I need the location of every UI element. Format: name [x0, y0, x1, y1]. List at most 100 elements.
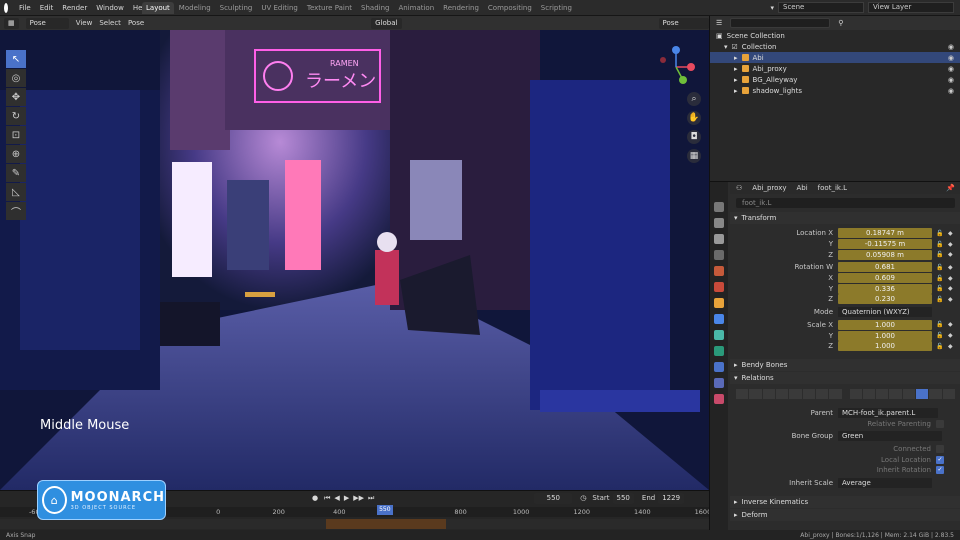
current-frame-field[interactable]: 550	[534, 492, 573, 504]
cursor-tool[interactable]: ◎	[6, 69, 26, 87]
keyframe-icon[interactable]: ◆	[948, 241, 953, 248]
pin-icon[interactable]: 📌	[946, 184, 960, 192]
navigation-gizmo[interactable]	[655, 46, 697, 88]
location-value-field[interactable]: 0.05908 m	[838, 249, 932, 260]
location-value-field[interactable]: 0.18747 m	[838, 228, 932, 239]
deform-panel-header[interactable]: ▸ Deform	[730, 509, 960, 522]
parent-field[interactable]: MCH-foot_ik.parent.L	[838, 407, 938, 418]
keyframe-icon[interactable]: ◆	[948, 296, 953, 303]
jump-end-icon[interactable]: ⏭	[368, 494, 374, 503]
transform-tool[interactable]: ⊕	[6, 145, 26, 163]
outliner-item[interactable]: ▸ shadow_lights ◉	[710, 85, 960, 96]
relax-tool[interactable]: ⌒	[6, 202, 26, 220]
move-tool[interactable]: ✥	[6, 88, 26, 106]
keyframe-icon[interactable]: ◆	[948, 251, 953, 258]
eye-icon[interactable]: ◉	[948, 87, 954, 95]
tab-sculpting[interactable]: Sculpting	[216, 2, 257, 14]
expand-icon[interactable]: ▾	[724, 43, 728, 51]
playhead[interactable]: 550	[376, 505, 393, 515]
lock-icon[interactable]: 🔓	[936, 343, 943, 350]
rotation-value-field[interactable]: 0.336	[838, 283, 932, 294]
annotate-tool[interactable]: ✎	[6, 164, 26, 182]
tab-layout[interactable]: Layout	[142, 1, 174, 14]
lock-icon[interactable]: 🔓	[936, 321, 943, 328]
menu-view[interactable]: View	[76, 19, 93, 27]
render-tab-icon[interactable]	[714, 218, 724, 228]
bone-tab-icon[interactable]	[714, 362, 724, 372]
menu-select[interactable]: Select	[99, 19, 121, 27]
lock-icon[interactable]: 🔓	[936, 285, 943, 292]
bone-group-field[interactable]: Green	[838, 431, 942, 442]
tab-modeling[interactable]: Modeling	[175, 2, 215, 14]
collection-row[interactable]: ▾ ☑ Collection ◉	[710, 41, 960, 52]
3d-viewport[interactable]: ラーメン RAMEN ↖ ◎ ✥ ↻ ⊡ ⊕ ✎ ◺ ⌒ ⌕ ✋ ◘ ▦ Mid…	[0, 30, 709, 490]
connected-checkbox[interactable]	[936, 444, 944, 453]
output-tab-icon[interactable]	[714, 234, 724, 244]
lock-icon[interactable]: 🔓	[936, 251, 943, 258]
tab-uv-editing[interactable]: UV Editing	[257, 2, 302, 14]
inverse-kinematics-panel-header[interactable]: ▸ Inverse Kinematics	[730, 496, 960, 509]
keyframe-icon[interactable]: ◆	[948, 275, 953, 282]
record-icon[interactable]: ●	[312, 494, 318, 502]
tab-shading[interactable]: Shading	[357, 2, 393, 14]
jump-start-icon[interactable]: ⏮	[324, 494, 330, 503]
pan-hand-icon[interactable]: ✋	[687, 111, 701, 125]
rotation-value-field[interactable]: 0.681	[838, 262, 932, 273]
scale-value-field[interactable]: 1.000	[838, 341, 932, 352]
camera-icon[interactable]: ◘	[687, 130, 701, 144]
tab-animation[interactable]: Animation	[394, 2, 438, 14]
local-location-checkbox[interactable]: ✓	[936, 455, 944, 464]
orientation-dropdown[interactable]: Global	[371, 17, 402, 29]
relative-parenting-checkbox[interactable]	[936, 419, 944, 428]
tab-scripting[interactable]: Scripting	[537, 2, 576, 14]
rotate-tool[interactable]: ↻	[6, 107, 26, 125]
eye-icon[interactable]: ◉	[948, 76, 954, 84]
keyframe-icon[interactable]: ◆	[948, 321, 953, 328]
object-tab-icon[interactable]	[714, 298, 724, 308]
tab-rendering[interactable]: Rendering	[439, 2, 483, 14]
lock-icon[interactable]: 🔓	[936, 230, 943, 237]
checkbox-icon[interactable]: ☑	[732, 43, 738, 51]
location-value-field[interactable]: -0.11575 m	[838, 239, 932, 250]
expand-icon[interactable]: ▸	[734, 87, 738, 95]
texture-tab-icon[interactable]	[714, 394, 724, 404]
menu-file[interactable]: File	[19, 4, 31, 12]
keyframe-icon[interactable]: ◆	[948, 285, 953, 292]
rotation-value-field[interactable]: 0.609	[838, 273, 932, 284]
eye-icon[interactable]: ◉	[948, 54, 954, 62]
outliner-item[interactable]: ▸ BG_Alleyway ◉	[710, 74, 960, 85]
filter-icon[interactable]: ⚲	[838, 19, 843, 27]
eye-icon[interactable]: ◉	[948, 43, 954, 51]
tool-tab-icon[interactable]	[714, 202, 724, 212]
next-key-icon[interactable]: ▶▶	[353, 494, 364, 502]
scale-value-field[interactable]: 1.000	[838, 319, 932, 330]
rotation-mode-dropdown[interactable]: Quaternion (WXYZ)	[838, 307, 932, 318]
outliner-type-icon[interactable]: ☰	[716, 19, 722, 27]
keyframe-icon[interactable]: ◆	[948, 343, 953, 350]
expand-icon[interactable]: ▸	[734, 65, 738, 73]
lock-icon[interactable]: 🔓	[936, 275, 943, 282]
keyframe-icon[interactable]: ◆	[948, 264, 953, 271]
zoom-icon[interactable]: ⌕	[687, 92, 701, 106]
physics-tab-icon[interactable]	[714, 330, 724, 340]
tab-texture-paint[interactable]: Texture Paint	[303, 2, 356, 14]
scene-field[interactable]: Scene	[778, 2, 864, 13]
view-layer-tab-icon[interactable]	[714, 250, 724, 260]
clock-icon[interactable]: ◷	[580, 494, 586, 502]
expand-icon[interactable]: ▸	[734, 76, 738, 84]
eye-icon[interactable]: ◉	[948, 65, 954, 73]
view-layer-field[interactable]: View Layer	[868, 2, 954, 13]
bone-constraint-tab-icon[interactable]	[714, 378, 724, 388]
pose-options-button[interactable]: Pose Options	[658, 17, 709, 38]
rotation-value-field[interactable]: 0.230	[838, 294, 932, 305]
keyframe-icon[interactable]: ◆	[948, 332, 953, 339]
grid-icon[interactable]: ▦	[687, 149, 701, 163]
keyframe-icon[interactable]: ◆	[948, 230, 953, 237]
scene-tab-icon[interactable]	[714, 266, 724, 276]
measure-tool[interactable]: ◺	[6, 183, 26, 201]
relations-panel-header[interactable]: ▾ Relations	[730, 371, 960, 384]
play-icon[interactable]: ▶	[344, 494, 349, 502]
bone-name-field[interactable]: foot_ik.L	[736, 198, 955, 208]
prev-key-icon[interactable]: ◀	[334, 494, 339, 502]
world-tab-icon[interactable]	[714, 282, 724, 292]
